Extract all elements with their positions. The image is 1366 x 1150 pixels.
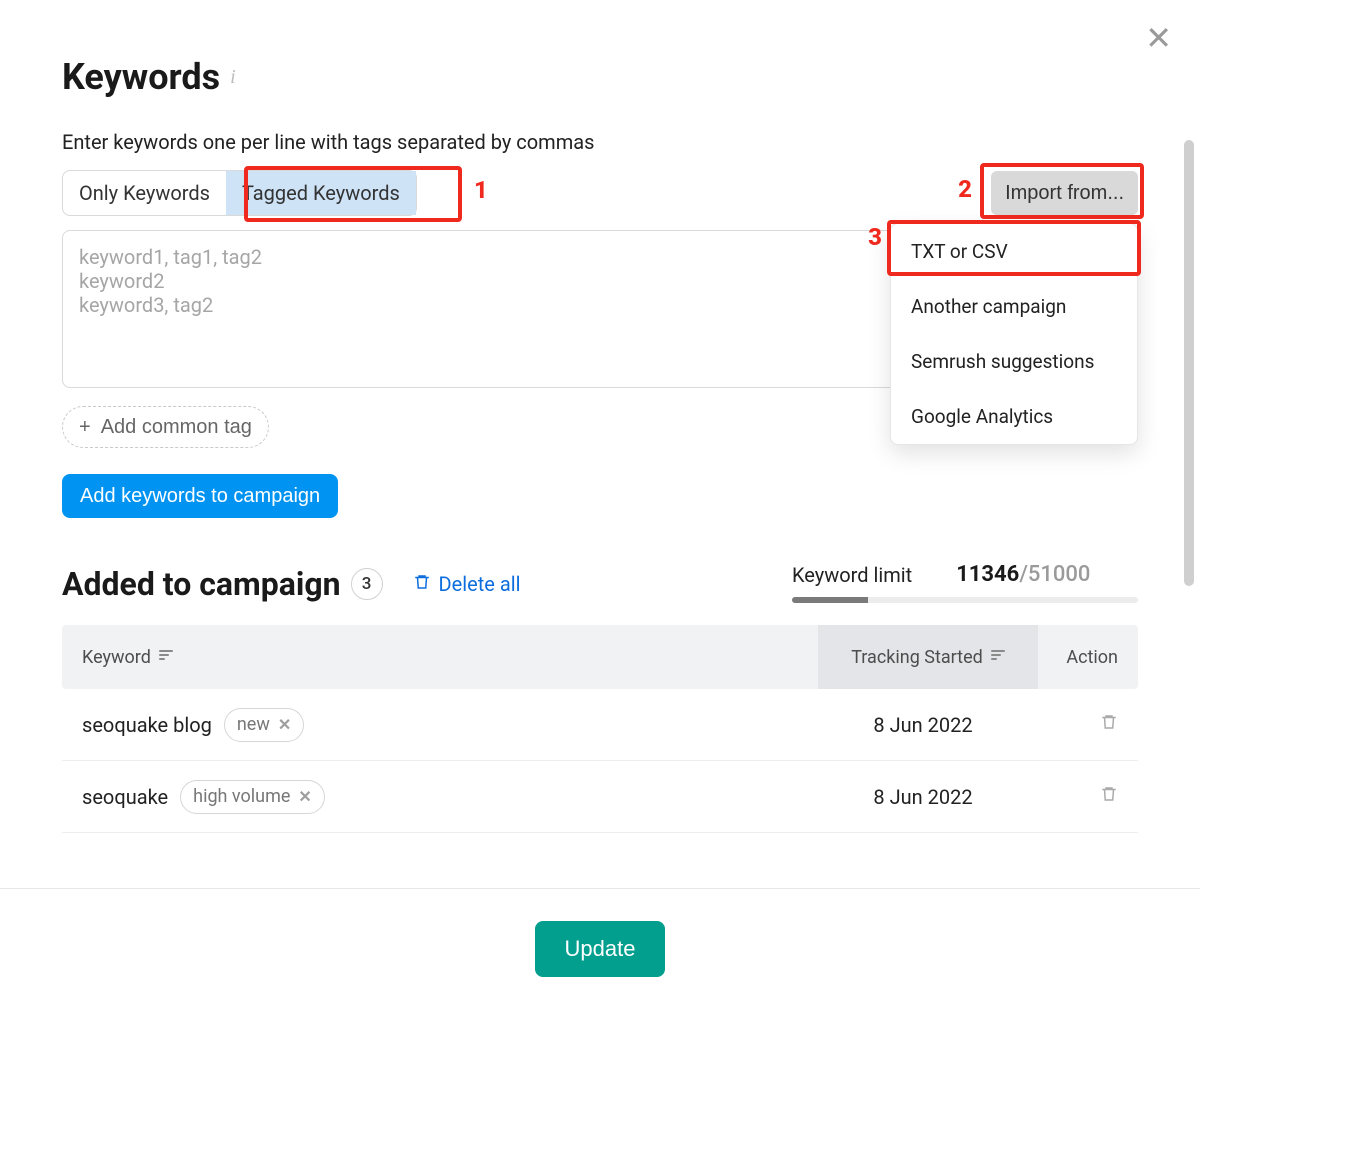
table-header: Keyword Tracking Started Action [62,625,1138,689]
keywords-modal: ✕ Keywords i Enter keywords one per line… [0,0,1200,1008]
delete-row-icon[interactable] [1100,713,1118,737]
page-title: Keywords i [62,56,1138,98]
tab-tagged-keywords[interactable]: Tagged Keywords [226,171,416,215]
update-button[interactable]: Update [535,921,666,977]
limit-progress-bar [792,597,1138,603]
remove-tag-icon[interactable]: ✕ [278,715,291,734]
remove-tag-icon[interactable]: ✕ [298,787,311,806]
column-keyword-label: Keyword [82,647,151,668]
import-option-txt-csv[interactable]: TXT or CSV [891,224,1137,279]
scrollbar[interactable] [1184,140,1194,586]
import-wrapper: Import from... 2 3 TXT or CSV Another ca… [991,171,1138,215]
annotation-number-2: 2 [958,175,972,203]
add-common-tag-label: Add common tag [101,416,252,439]
row-date-cell: 8 Jun 2022 [818,785,1028,809]
column-tracking-label: Tracking Started [851,647,983,668]
tag-chip: high volume ✕ [180,780,325,814]
sort-icon [991,649,1005,665]
page-title-text: Keywords [62,56,220,98]
tag-chip: new ✕ [224,708,304,742]
description-text: Enter keywords one per line with tags se… [62,130,1138,154]
plus-icon: + [79,416,91,439]
limit-total: 51000 [1028,562,1091,587]
added-title-text: Added to campaign [62,565,341,603]
limit-label: Keyword limit [792,563,912,587]
added-left: Added to campaign 3 Delete all [62,565,520,603]
limit-row: Keyword limit 11346/51000 [792,562,1138,587]
column-header-keyword[interactable]: Keyword [82,647,818,668]
annotation-number-1: 1 [474,176,488,204]
added-title: Added to campaign 3 [62,565,383,603]
keyword-limit-block: Keyword limit 11346/51000 [792,562,1138,603]
delete-all-label: Delete all [439,572,521,596]
add-common-tag-button[interactable]: + Add common tag [62,406,269,448]
column-action-label: Action [1066,647,1118,668]
delete-all-link[interactable]: Delete all [413,572,521,597]
row-action-cell [1028,784,1118,809]
import-option-another-campaign[interactable]: Another campaign [891,279,1137,334]
added-count-badge: 3 [351,568,383,600]
add-keywords-button[interactable]: Add keywords to campaign [62,474,338,518]
tab-only-keywords[interactable]: Only Keywords [63,171,226,215]
limit-progress-fill [792,597,868,603]
row-date-cell: 8 Jun 2022 [818,713,1028,737]
table-row: seoquake high volume ✕ 8 Jun 2022 [62,761,1138,833]
info-icon[interactable]: i [230,66,236,89]
import-dropdown: TXT or CSV Another campaign Semrush sugg… [890,223,1138,445]
row-keyword-cell: seoquake high volume ✕ [82,780,818,814]
trash-icon [413,572,431,597]
annotation-number-3: 3 [868,223,882,251]
column-header-action: Action [1028,647,1118,668]
sort-icon [159,649,173,665]
limit-used: 11346 [956,562,1019,587]
row-keyword-cell: seoquake blog new ✕ [82,708,818,742]
tab-group: Only Keywords Tagged Keywords 1 [62,170,417,216]
delete-row-icon[interactable] [1100,785,1118,809]
mode-row: Only Keywords Tagged Keywords 1 Import f… [62,170,1138,216]
limit-numbers: 11346/51000 [956,562,1090,587]
tab-pill: Only Keywords Tagged Keywords [62,170,417,216]
content-area: Keywords i Enter keywords one per line w… [0,0,1200,888]
row-keyword-text: seoquake blog [82,713,212,737]
tag-label: new [237,714,270,735]
added-header-row: Added to campaign 3 Delete all Keyword l… [62,562,1138,603]
column-header-tracking[interactable]: Tracking Started [818,625,1038,689]
import-option-google-analytics[interactable]: Google Analytics [891,389,1137,444]
row-action-cell [1028,712,1118,737]
tag-label: high volume [193,786,290,807]
import-from-button[interactable]: Import from... [991,171,1138,215]
row-keyword-text: seoquake [82,785,168,809]
import-option-semrush-suggestions[interactable]: Semrush suggestions [891,334,1137,389]
table-row: seoquake blog new ✕ 8 Jun 2022 [62,689,1138,761]
modal-footer: Update [0,888,1200,1008]
